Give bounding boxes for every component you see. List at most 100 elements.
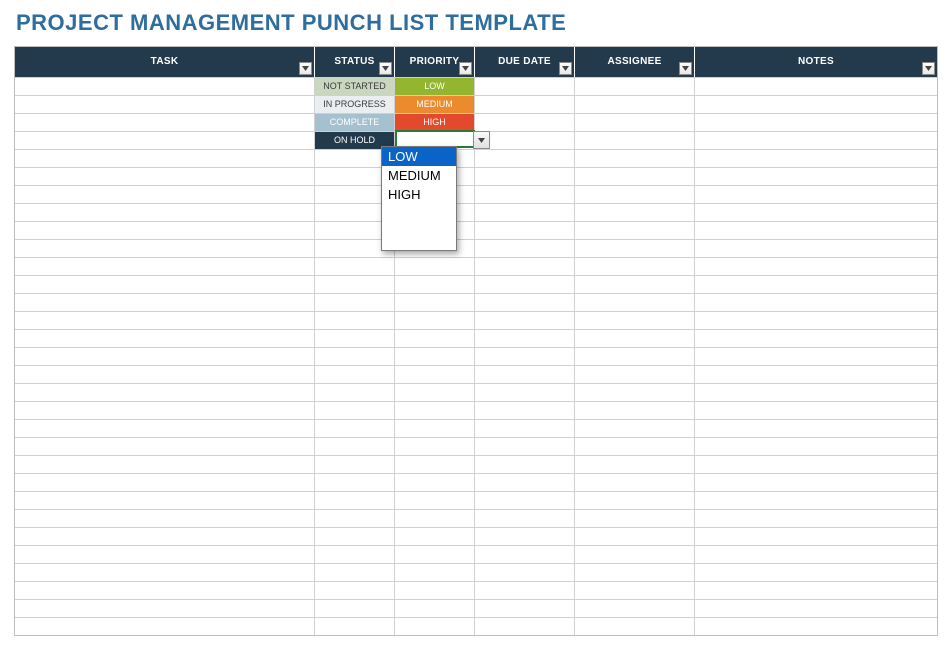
cell[interactable] [575, 131, 695, 149]
cell[interactable] [575, 329, 695, 347]
cell[interactable] [475, 95, 575, 113]
cell[interactable] [15, 473, 315, 491]
cell[interactable] [695, 401, 937, 419]
cell[interactable] [575, 347, 695, 365]
cell[interactable] [695, 239, 937, 257]
cell[interactable] [395, 311, 475, 329]
status-cell-not-started[interactable]: NOT STARTED [315, 77, 395, 95]
filter-button-assignee[interactable] [679, 62, 692, 75]
cell[interactable] [695, 95, 937, 113]
cell[interactable] [15, 221, 315, 239]
cell[interactable] [695, 383, 937, 401]
cell[interactable] [395, 563, 475, 581]
cell[interactable] [475, 113, 575, 131]
cell[interactable] [315, 311, 395, 329]
cell[interactable] [475, 311, 575, 329]
cell[interactable] [15, 491, 315, 509]
cell[interactable] [475, 527, 575, 545]
cell[interactable] [395, 491, 475, 509]
cell[interactable] [575, 401, 695, 419]
cell[interactable] [15, 185, 315, 203]
priority-dropdown[interactable]: LOW MEDIUM HIGH [381, 146, 457, 251]
cell[interactable] [575, 581, 695, 599]
cell[interactable] [475, 617, 575, 635]
cell[interactable] [395, 383, 475, 401]
cell[interactable] [575, 293, 695, 311]
cell[interactable] [575, 527, 695, 545]
cell[interactable] [575, 257, 695, 275]
cell[interactable] [575, 437, 695, 455]
cell[interactable] [695, 419, 937, 437]
cell[interactable] [475, 491, 575, 509]
cell[interactable] [395, 545, 475, 563]
cell[interactable] [475, 185, 575, 203]
cell[interactable] [475, 275, 575, 293]
cell[interactable] [695, 185, 937, 203]
cell[interactable] [315, 419, 395, 437]
cell[interactable] [695, 293, 937, 311]
cell[interactable] [395, 455, 475, 473]
cell[interactable] [695, 221, 937, 239]
cell[interactable] [695, 329, 937, 347]
cell[interactable] [475, 437, 575, 455]
cell[interactable] [475, 239, 575, 257]
cell[interactable] [575, 311, 695, 329]
cell[interactable] [315, 275, 395, 293]
cell[interactable] [395, 419, 475, 437]
cell[interactable] [695, 311, 937, 329]
cell[interactable] [575, 95, 695, 113]
cell[interactable] [15, 293, 315, 311]
cell[interactable] [315, 527, 395, 545]
cell[interactable] [475, 509, 575, 527]
cell[interactable] [15, 329, 315, 347]
cell[interactable] [475, 581, 575, 599]
cell[interactable] [575, 563, 695, 581]
cell[interactable] [695, 563, 937, 581]
cell[interactable] [15, 437, 315, 455]
cell[interactable] [575, 77, 695, 95]
cell[interactable] [695, 473, 937, 491]
cell[interactable] [575, 473, 695, 491]
cell[interactable] [315, 617, 395, 635]
cell[interactable] [315, 401, 395, 419]
priority-cell-high[interactable]: HIGH [395, 113, 475, 131]
cell[interactable] [475, 383, 575, 401]
cell[interactable] [475, 167, 575, 185]
cell[interactable] [695, 167, 937, 185]
dropdown-option-low[interactable]: LOW [382, 147, 456, 166]
cell[interactable] [575, 167, 695, 185]
cell[interactable] [475, 329, 575, 347]
cell[interactable] [395, 275, 475, 293]
cell[interactable] [575, 221, 695, 239]
cell[interactable] [575, 599, 695, 617]
cell[interactable] [15, 275, 315, 293]
cell[interactable] [15, 131, 315, 149]
cell[interactable] [15, 77, 315, 95]
cell[interactable] [315, 491, 395, 509]
cell[interactable] [475, 563, 575, 581]
cell[interactable] [695, 545, 937, 563]
cell[interactable] [395, 329, 475, 347]
cell[interactable] [575, 149, 695, 167]
cell[interactable] [315, 383, 395, 401]
cell[interactable] [475, 257, 575, 275]
cell[interactable] [695, 275, 937, 293]
cell[interactable] [395, 581, 475, 599]
filter-button-notes[interactable] [922, 62, 935, 75]
cell[interactable] [15, 311, 315, 329]
cell[interactable] [575, 509, 695, 527]
cell[interactable] [475, 365, 575, 383]
cell[interactable] [395, 599, 475, 617]
cell[interactable] [695, 599, 937, 617]
cell[interactable] [15, 545, 315, 563]
cell[interactable] [475, 293, 575, 311]
cell[interactable] [475, 149, 575, 167]
cell[interactable] [315, 599, 395, 617]
cell[interactable] [475, 401, 575, 419]
cell[interactable] [575, 383, 695, 401]
cell[interactable] [315, 293, 395, 311]
cell[interactable] [695, 347, 937, 365]
cell[interactable] [575, 203, 695, 221]
cell[interactable] [15, 383, 315, 401]
cell[interactable] [315, 545, 395, 563]
